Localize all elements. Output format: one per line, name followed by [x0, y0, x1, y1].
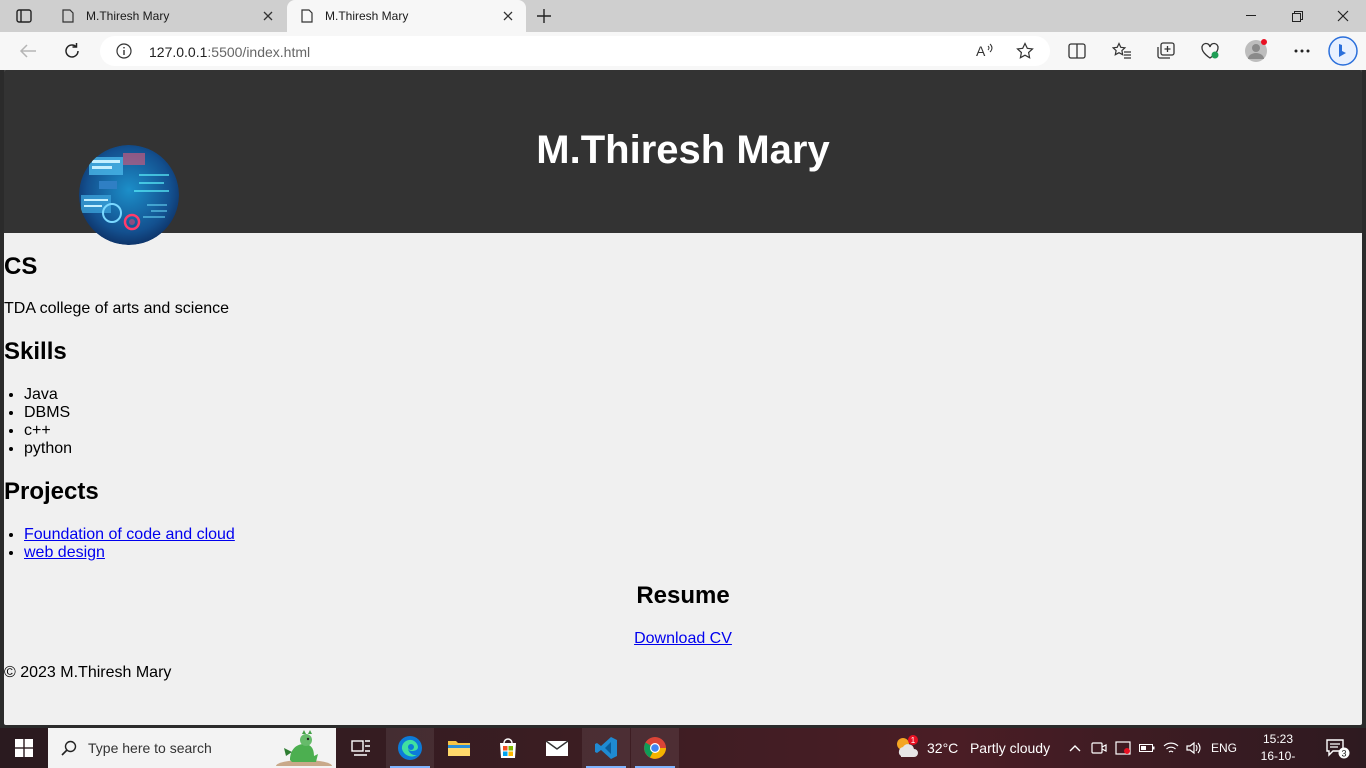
partly-cloudy-icon: 1 — [893, 734, 921, 762]
screen-capture-icon[interactable] — [1112, 728, 1134, 768]
url-text[interactable]: 127.0.0.1:5500/index.html — [149, 44, 310, 60]
browser-tab-2[interactable]: M.Thiresh Mary — [287, 0, 526, 32]
browser-toolbar: 127.0.0.1:5500/index.html A — [0, 32, 1366, 70]
list-item: Foundation of code and cloud — [24, 526, 235, 544]
taskbar-search-box[interactable]: Type here to search — [48, 728, 336, 768]
back-icon[interactable] — [14, 39, 42, 63]
new-tab-icon[interactable] — [532, 5, 556, 27]
weather-condition: Partly cloudy — [969, 740, 1051, 756]
resume-heading: Resume — [636, 582, 730, 609]
notification-count: 3 — [1341, 749, 1346, 759]
split-screen-icon[interactable] — [1063, 39, 1091, 63]
tab-actions-icon[interactable] — [10, 5, 38, 27]
tab-title: M.Thiresh Mary — [86, 9, 170, 23]
weather-widget[interactable]: 1 32°C Partly cloudy — [893, 728, 1050, 768]
page-title: M.Thiresh Mary — [536, 128, 830, 172]
dragon-illustration-icon — [272, 730, 332, 768]
college-text: TDA college of arts and science — [4, 300, 230, 317]
windows-start-icon[interactable] — [0, 728, 48, 768]
url-path: :5500/index.html — [207, 44, 311, 60]
notification-center-icon[interactable]: 3 — [1318, 728, 1358, 768]
volume-icon[interactable] — [1183, 728, 1205, 768]
collections-icon[interactable] — [1152, 39, 1180, 63]
bing-copilot-icon[interactable] — [1327, 35, 1359, 67]
weather-temperature: 32°C — [927, 740, 959, 756]
language-indicator[interactable]: ENG — [1208, 728, 1240, 768]
tab-title: M.Thiresh Mary — [325, 9, 409, 23]
more-icon[interactable] — [1288, 39, 1316, 63]
department-heading: CS — [4, 253, 38, 280]
battery-icon[interactable] — [1136, 728, 1158, 768]
close-icon[interactable] — [498, 6, 518, 26]
system-clock[interactable]: 15:23 16-10-2023 — [1250, 731, 1306, 768]
browser-essentials-icon[interactable] — [1196, 39, 1224, 63]
favorites-icon[interactable] — [1108, 39, 1136, 63]
profile-image — [79, 145, 179, 245]
microsoft-store-icon[interactable] — [484, 728, 532, 768]
mail-icon[interactable] — [533, 728, 581, 768]
clock-date: 16-10-2023 — [1260, 749, 1296, 768]
list-item: python — [24, 440, 72, 458]
search-icon — [60, 739, 78, 757]
projects-list: Foundation of code and cloud web design — [24, 526, 235, 562]
browser-tab-1[interactable]: M.Thiresh Mary — [48, 0, 286, 32]
list-item: c++ — [24, 422, 72, 440]
wifi-icon[interactable] — [1160, 728, 1182, 768]
project-link[interactable]: Foundation of code and cloud — [24, 526, 235, 543]
edge-taskbar-icon[interactable] — [386, 728, 434, 768]
clock-time: 15:23 — [1262, 732, 1294, 746]
skills-list: Java DBMS c++ python — [24, 386, 72, 458]
svg-text:A: A — [976, 43, 986, 59]
page-viewport: M.Thiresh Mary CS TDA college of arts an… — [4, 70, 1362, 725]
tab-strip: M.Thiresh Mary M.Thiresh Mary — [0, 0, 1366, 32]
profile-icon[interactable] — [1242, 39, 1270, 63]
meet-now-icon[interactable] — [1088, 728, 1110, 768]
weather-badge: 1 — [911, 736, 916, 745]
footer-copyright: © 2023 M.Thiresh Mary — [4, 664, 172, 681]
project-link[interactable]: web design — [24, 544, 105, 561]
list-item: web design — [24, 544, 235, 562]
task-view-icon[interactable] — [337, 728, 385, 768]
site-header: M.Thiresh Mary — [4, 70, 1362, 245]
minimize-icon[interactable] — [1228, 0, 1274, 32]
restore-icon[interactable] — [1274, 0, 1320, 32]
taskbar: Type here to search 1 32°C Partly cloudy — [0, 728, 1366, 768]
address-bar[interactable]: 127.0.0.1:5500/index.html A — [100, 36, 1050, 66]
favorite-star-icon[interactable] — [1014, 41, 1036, 61]
chrome-icon[interactable] — [631, 728, 679, 768]
file-explorer-icon[interactable] — [435, 728, 483, 768]
search-placeholder: Type here to search — [88, 740, 212, 756]
list-item: DBMS — [24, 404, 72, 422]
page-icon — [299, 8, 315, 24]
download-cv-link[interactable]: Download CV — [634, 630, 732, 647]
skills-heading: Skills — [4, 338, 67, 365]
list-item: Java — [24, 386, 72, 404]
show-hidden-icons-chevron-icon[interactable] — [1064, 728, 1086, 768]
vscode-icon[interactable] — [582, 728, 630, 768]
info-icon[interactable] — [116, 43, 132, 59]
url-host: 127.0.0.1 — [149, 44, 208, 60]
resume-section: Download CV — [4, 630, 1362, 648]
window-close-icon[interactable] — [1320, 0, 1366, 32]
close-icon[interactable] — [258, 6, 278, 26]
projects-heading: Projects — [4, 478, 99, 505]
read-aloud-icon[interactable]: A — [974, 41, 996, 61]
page-icon — [60, 8, 76, 24]
refresh-icon[interactable] — [58, 39, 86, 63]
